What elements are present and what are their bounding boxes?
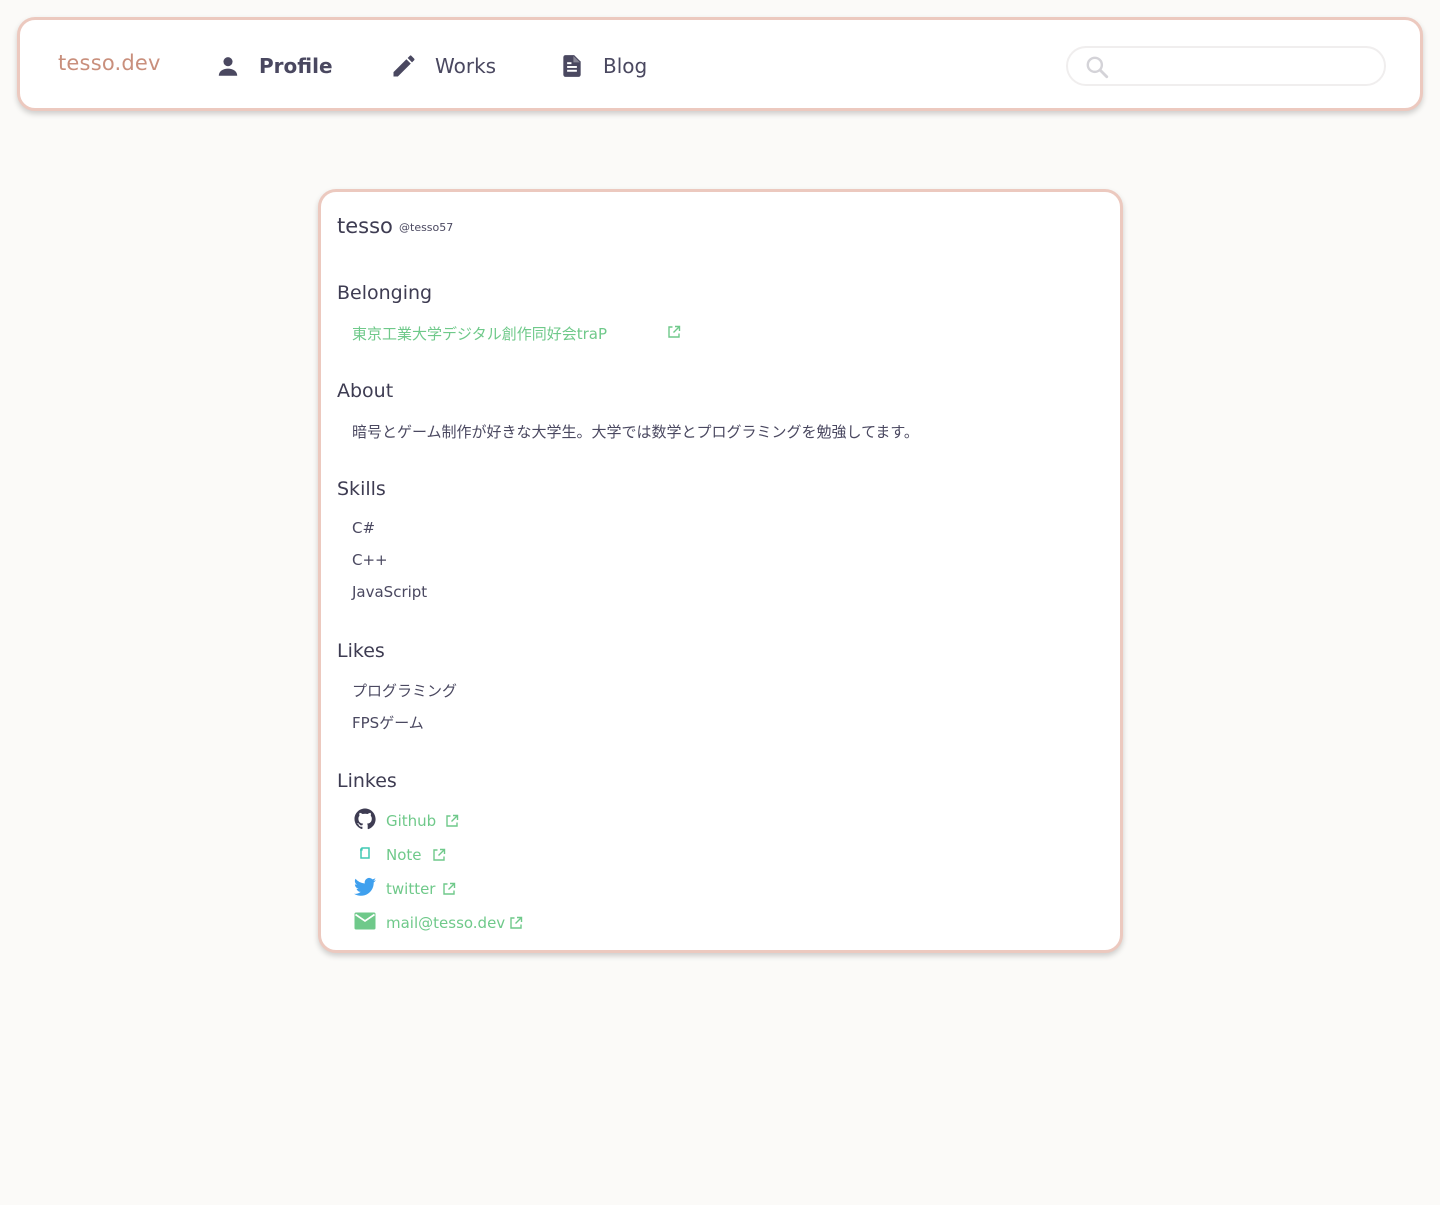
belonging-link[interactable]: 東京工業大学デジタル創作同好会traP xyxy=(352,323,607,344)
section-title-about: About xyxy=(337,380,394,402)
link-twitter[interactable]: twitter xyxy=(386,880,435,898)
link-github[interactable]: Github xyxy=(386,812,436,830)
link-note[interactable]: Note xyxy=(386,846,422,864)
top-navbar: tesso.dev Profile Works Blog xyxy=(17,17,1423,111)
search-input[interactable] xyxy=(1118,52,1372,80)
note-icon xyxy=(353,841,377,865)
nav-item-works[interactable]: Works xyxy=(389,48,496,84)
nav-item-label: Profile xyxy=(259,54,333,78)
profile-name: tesso xyxy=(337,214,393,238)
github-icon xyxy=(353,807,377,831)
external-link-icon xyxy=(442,881,456,895)
nav-item-blog[interactable]: Blog xyxy=(557,48,647,84)
link-mail[interactable]: mail@tesso.dev xyxy=(386,914,505,932)
external-link-icon xyxy=(432,847,446,861)
twitter-icon xyxy=(353,875,377,899)
search-icon xyxy=(1084,54,1110,80)
nav-item-profile[interactable]: Profile xyxy=(213,48,333,84)
section-title-links: Linkes xyxy=(337,770,397,792)
brand-logo-link[interactable]: tesso.dev xyxy=(58,51,161,75)
external-link-icon xyxy=(667,324,681,338)
section-title-likes: Likes xyxy=(337,640,385,662)
mail-icon xyxy=(353,909,377,933)
skill-item: C# xyxy=(352,519,376,537)
external-link-icon xyxy=(445,813,459,827)
document-icon xyxy=(557,51,587,81)
skill-item: C++ xyxy=(352,551,388,569)
person-icon xyxy=(213,51,243,81)
like-item: FPSゲーム xyxy=(352,714,424,732)
profile-handle: @tesso57 xyxy=(399,221,454,234)
pencil-icon xyxy=(389,51,419,81)
search-box[interactable] xyxy=(1066,46,1386,86)
profile-card: tesso @tesso57 Belonging 東京工業大学デジタル創作同好会… xyxy=(318,189,1123,953)
section-title-skills: Skills xyxy=(337,478,386,500)
nav-item-label: Blog xyxy=(603,54,648,78)
like-item: プログラミング xyxy=(352,682,458,700)
section-title-belonging: Belonging xyxy=(337,282,433,304)
about-text: 暗号とゲーム制作が好きな大学生。大学では数学とプログラミングを勉強してます。 xyxy=(352,423,919,441)
external-link-icon xyxy=(509,915,523,929)
nav-item-label: Works xyxy=(435,54,497,78)
skill-item: JavaScript xyxy=(352,583,428,601)
